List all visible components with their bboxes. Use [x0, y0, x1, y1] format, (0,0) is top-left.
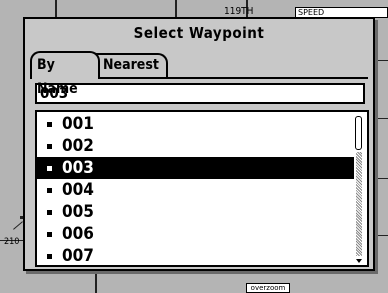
- map-road: [13, 221, 23, 230]
- bullet-icon: [47, 122, 52, 127]
- waypoint-list-item[interactable]: 007: [37, 245, 357, 266]
- select-waypoint-dialog: Select Waypoint By Name Nearest 003 001 …: [23, 17, 375, 271]
- waypoint-list-item[interactable]: 004: [37, 179, 357, 201]
- waypoint-name: 001: [62, 114, 94, 134]
- bullet-icon: [47, 232, 52, 237]
- scroll-thumb[interactable]: [355, 116, 362, 150]
- waypoint-name: 007: [62, 246, 94, 266]
- waypoint-name: 002: [62, 136, 94, 156]
- tab-by-name[interactable]: By Name: [30, 51, 100, 97]
- waypoint-list-item[interactable]: 002: [37, 135, 357, 157]
- scroll-down-arrow-icon[interactable]: [356, 259, 362, 263]
- waypoint-list-item[interactable]: 005: [37, 201, 357, 223]
- waypoint-list-item-selected[interactable]: 003: [37, 157, 357, 179]
- scroll-track[interactable]: [356, 152, 362, 256]
- tab-nearest[interactable]: Nearest: [96, 53, 168, 77]
- map-road: [95, 272, 97, 293]
- waypoint-name: 004: [62, 180, 94, 200]
- waypoint-list[interactable]: 001 002 003 004 005 006 007: [35, 110, 369, 267]
- bullet-icon: [47, 210, 52, 215]
- waypoint-name: 003: [62, 158, 94, 178]
- map-road: [375, 235, 388, 236]
- street-label: 119TH: [224, 6, 254, 17]
- waypoint-list-item[interactable]: 006: [37, 223, 357, 245]
- bullet-icon: [47, 254, 52, 259]
- waypoint-name: 006: [62, 224, 94, 244]
- bullet-icon: [47, 188, 52, 193]
- waypoint-name: 005: [62, 202, 94, 222]
- bullet-icon: [47, 166, 52, 171]
- waypoint-list-item[interactable]: 001: [37, 113, 357, 135]
- list-scrollbar[interactable]: [354, 114, 365, 263]
- map-road: [375, 178, 388, 179]
- map-road: [375, 118, 388, 119]
- map-road: [375, 60, 388, 61]
- bullet-icon: [47, 144, 52, 149]
- zoom-indicator: overzoom: [246, 283, 290, 293]
- dialog-title: Select Waypoint: [133, 24, 265, 42]
- waypoint-search-input[interactable]: 003: [35, 83, 365, 104]
- scale-label: 210: [4, 237, 20, 247]
